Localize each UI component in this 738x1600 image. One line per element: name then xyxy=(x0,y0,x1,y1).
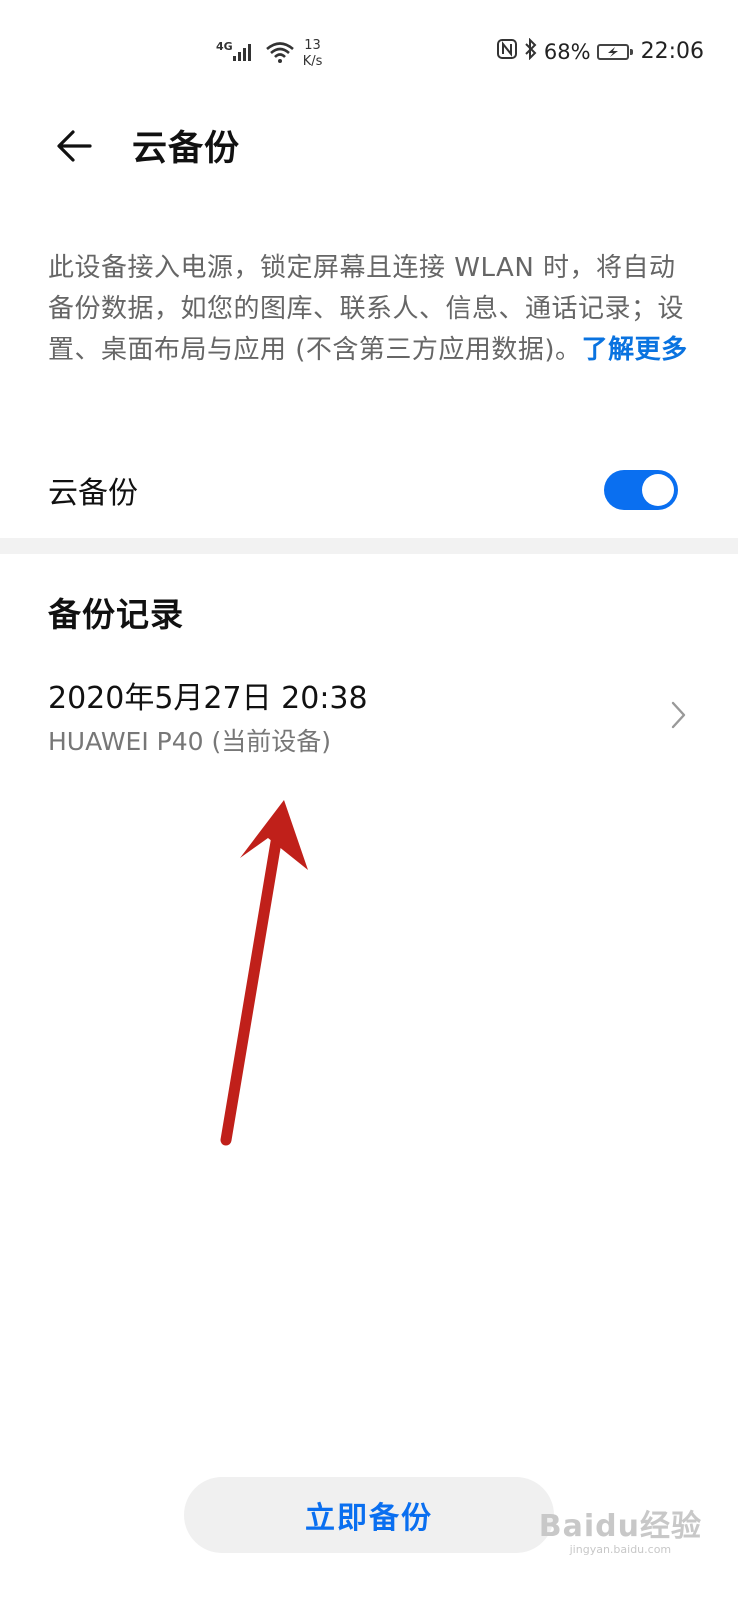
backup-record-device: HUAWEI P40 (当前设备) xyxy=(48,727,332,756)
app-bar: 云备份 xyxy=(0,100,738,200)
clock: 22:06 xyxy=(640,39,704,64)
chevron-right-icon xyxy=(671,701,686,729)
battery-percent: 68% xyxy=(543,39,591,64)
annotation-arrow-icon xyxy=(220,800,308,1146)
backup-description: 此设备接入电源，锁定屏幕且连接 WLAN 时，将自动备份数据，如您的图库、联系人… xyxy=(48,248,688,371)
backup-record-item[interactable]: 2020年5月27日 20:38 HUAWEI P40 (当前设备) xyxy=(0,665,738,765)
backup-record-date: 2020年5月27日 20:38 xyxy=(48,681,368,716)
status-indicators: 4G 13 K/s xyxy=(216,36,322,72)
speed-unit: K/s xyxy=(302,54,323,69)
back-arrow-icon xyxy=(57,130,92,162)
baidu-watermark-logo: Baidu经验 jingyan.baidu.com xyxy=(539,1501,702,1556)
backup-now-button[interactable]: 立即备份 xyxy=(184,1477,554,1553)
battery-charging-icon xyxy=(596,43,633,60)
switch-knob xyxy=(642,474,674,506)
wifi-icon xyxy=(265,40,295,68)
network-speed: 13 K/s xyxy=(303,38,323,70)
page-title: 云备份 xyxy=(132,129,241,169)
cloud-backup-toggle-row: 云备份 xyxy=(48,462,678,518)
status-right: 68% 22:06 xyxy=(490,37,704,65)
bluetooth-icon xyxy=(524,37,538,65)
status-bar: 4G 13 K/s 68% 22:06 xyxy=(0,0,738,100)
section-divider xyxy=(0,538,738,554)
cloud-backup-toggle-label: 云备份 xyxy=(48,476,138,511)
back-button[interactable] xyxy=(46,118,102,174)
learn-more-link[interactable]: 了解更多 xyxy=(582,335,688,365)
watermark-url: jingyan.baidu.com xyxy=(569,1543,672,1556)
backup-records-header: 备份记录 xyxy=(48,595,184,634)
cloud-backup-switch[interactable] xyxy=(604,470,678,510)
signal-icon xyxy=(231,41,257,67)
nfc-icon xyxy=(496,38,518,65)
speed-value: 13 xyxy=(304,38,321,53)
watermark-logo-text: Baidu经验 xyxy=(538,1509,702,1544)
network-type-label: 4G xyxy=(216,39,233,53)
